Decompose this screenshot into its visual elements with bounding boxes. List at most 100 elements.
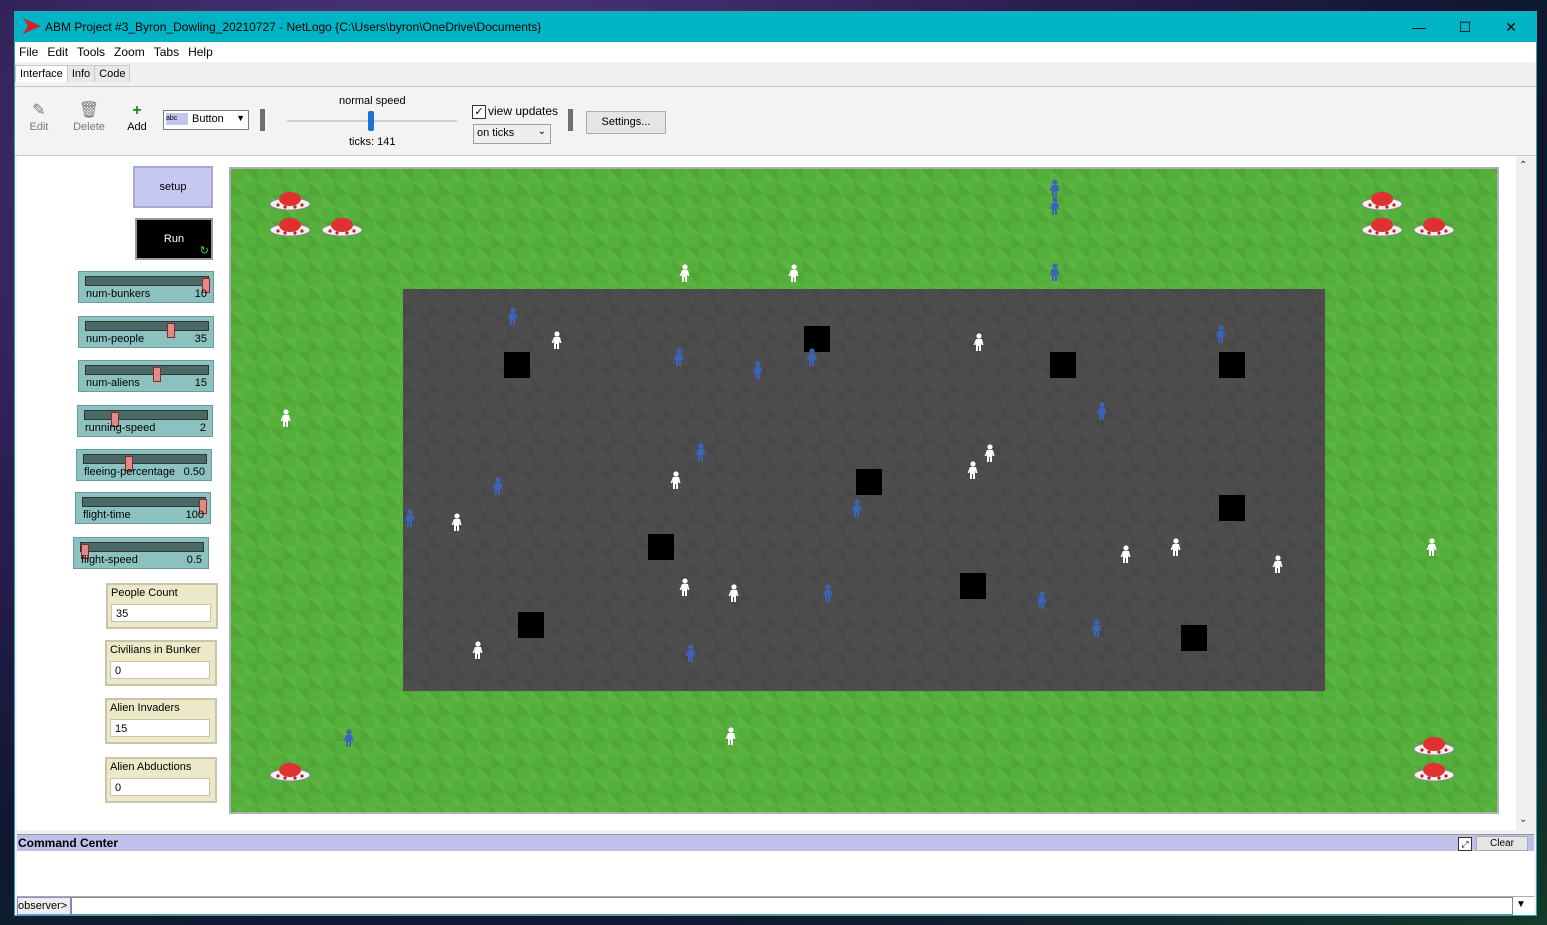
- slider-track[interactable]: [82, 497, 207, 514]
- command-center: Command Center ⤢ Clear observer> ▼: [17, 834, 1534, 915]
- civilian-person-icon: [679, 264, 691, 282]
- bunker: [504, 352, 530, 378]
- setup-button[interactable]: setup: [133, 166, 213, 208]
- slider-running-speed[interactable]: running-speed 2: [77, 405, 213, 437]
- bunker: [960, 573, 986, 599]
- widget-type-select[interactable]: abc Button ▼: [163, 110, 249, 130]
- scroll-up-icon[interactable]: ⌃: [1519, 160, 1527, 171]
- window-title: ABM Project #3_Byron_Dowling_20210727 - …: [45, 20, 542, 34]
- fleeing-person-icon: [1091, 619, 1103, 637]
- tab-info[interactable]: Info: [66, 65, 96, 82]
- fleeing-person-icon: [1096, 402, 1108, 420]
- history-dropdown-icon[interactable]: ▼: [1512, 897, 1530, 913]
- slider-flight-speed[interactable]: flight-speed 0.5: [73, 537, 209, 569]
- command-input[interactable]: [71, 897, 1513, 915]
- civilian-person-icon: [725, 727, 737, 745]
- scroll-down-icon[interactable]: ⌄: [1519, 814, 1527, 825]
- speed-slider-thumb[interactable]: [368, 111, 374, 131]
- fleeing-person-icon: [1049, 179, 1061, 197]
- add-tool[interactable]: + Add: [117, 101, 157, 133]
- slider-thumb[interactable]: [153, 367, 161, 382]
- civilian-person-icon: [967, 461, 979, 479]
- slider-value: 15: [194, 377, 207, 389]
- minimize-button[interactable]: —: [1396, 12, 1442, 42]
- run-button[interactable]: Run ↻: [135, 218, 213, 260]
- delete-tool[interactable]: 🗑 Delete: [69, 101, 109, 133]
- monitor-value: 15: [110, 719, 210, 737]
- view-updates-label: view updates: [488, 104, 559, 118]
- slider-num-people[interactable]: num-people 35: [78, 316, 214, 348]
- slider-track[interactable]: [83, 454, 207, 471]
- bunker: [1181, 625, 1207, 651]
- close-button[interactable]: ✕: [1488, 12, 1534, 42]
- update-mode-select[interactable]: on ticks ⌄: [473, 124, 551, 144]
- slider-value: 2: [199, 422, 206, 434]
- menu-help[interactable]: Help: [184, 42, 218, 59]
- civilian-person-icon: [728, 584, 740, 602]
- slider-value: 0.5: [186, 554, 202, 566]
- slider-num-bunkers[interactable]: num-bunkers 10: [78, 271, 214, 303]
- settings-button[interactable]: Settings...: [586, 111, 666, 134]
- monitor-value: 0: [110, 661, 210, 679]
- bunker: [518, 612, 544, 638]
- clear-button[interactable]: Clear: [1476, 836, 1528, 851]
- civilian-person-icon: [788, 264, 800, 282]
- civilian-person-icon: [451, 513, 463, 531]
- view-updates-checkbox[interactable]: ✓: [472, 105, 486, 119]
- bunker: [648, 534, 674, 560]
- monitor-value: 0: [110, 778, 210, 796]
- tab-code[interactable]: Code: [94, 65, 131, 82]
- ufo-alien-icon: [1413, 761, 1455, 783]
- observer-prompt[interactable]: observer>: [17, 897, 71, 915]
- fleeing-person-icon: [752, 361, 764, 379]
- slider-track[interactable]: [85, 321, 209, 338]
- netlogo-window: ABM Project #3_Byron_Dowling_20210727 - …: [14, 11, 1537, 916]
- monitor: Civilians in Bunker 0: [105, 640, 217, 686]
- civilian-person-icon: [1426, 538, 1438, 556]
- chevron-down-icon: ▼: [236, 113, 245, 123]
- tick-counter: ticks: 141: [349, 136, 396, 148]
- edit-label: Edit: [29, 121, 49, 133]
- slider-thumb[interactable]: [167, 323, 175, 338]
- ufo-alien-icon: [1413, 216, 1455, 238]
- bunker: [1050, 352, 1076, 378]
- menu-zoom[interactable]: Zoom: [110, 42, 150, 59]
- command-output[interactable]: [17, 852, 1534, 897]
- slider-value: 100: [185, 509, 204, 521]
- slider-flight-time[interactable]: flight-time 100: [75, 492, 211, 524]
- slider-track[interactable]: [85, 276, 210, 293]
- monitor: Alien Invaders 15: [105, 698, 217, 744]
- slider-track[interactable]: [85, 365, 209, 382]
- tab-interface[interactable]: Interface: [15, 65, 68, 82]
- forever-icon: ↻: [199, 245, 209, 257]
- world-view[interactable]: [229, 167, 1499, 814]
- civilian-person-icon: [1170, 538, 1182, 556]
- widget-type-value: Button: [192, 113, 224, 125]
- monitor: People Count 35: [106, 583, 218, 629]
- slider-track[interactable]: [80, 542, 204, 559]
- add-label: Add: [127, 121, 147, 133]
- interface-panel: setup Run ↻ num-bunkers 10 num-people 35 num…: [17, 156, 1527, 830]
- monitor-value: 35: [111, 604, 211, 622]
- menu-file[interactable]: File: [15, 42, 43, 59]
- toolbar-divider: [568, 109, 573, 131]
- civilian-person-icon: [670, 471, 682, 489]
- slider-num-aliens[interactable]: num-aliens 15: [78, 360, 214, 392]
- civilian-person-icon: [984, 444, 996, 462]
- civilian-person-icon: [1120, 545, 1132, 563]
- popout-icon[interactable]: ⤢: [1458, 837, 1472, 851]
- slider-value: 10: [194, 288, 207, 300]
- civilian-person-icon: [679, 578, 691, 596]
- menu-edit[interactable]: Edit: [43, 42, 73, 59]
- slider-fleeing-percentage[interactable]: fleeing-percentage 0.50: [76, 449, 212, 481]
- edit-tool[interactable]: ✎ Edit: [19, 101, 59, 133]
- menu-tools[interactable]: Tools: [73, 42, 110, 59]
- fleeing-person-icon: [343, 729, 355, 747]
- fleeing-person-icon: [492, 477, 504, 495]
- pencil-icon: ✎: [32, 102, 46, 119]
- fleeing-person-icon: [695, 443, 707, 461]
- slider-track[interactable]: [84, 410, 208, 427]
- menu-tabs[interactable]: Tabs: [150, 42, 184, 59]
- ufo-alien-icon: [269, 190, 311, 212]
- maximize-button[interactable]: ☐: [1442, 12, 1488, 42]
